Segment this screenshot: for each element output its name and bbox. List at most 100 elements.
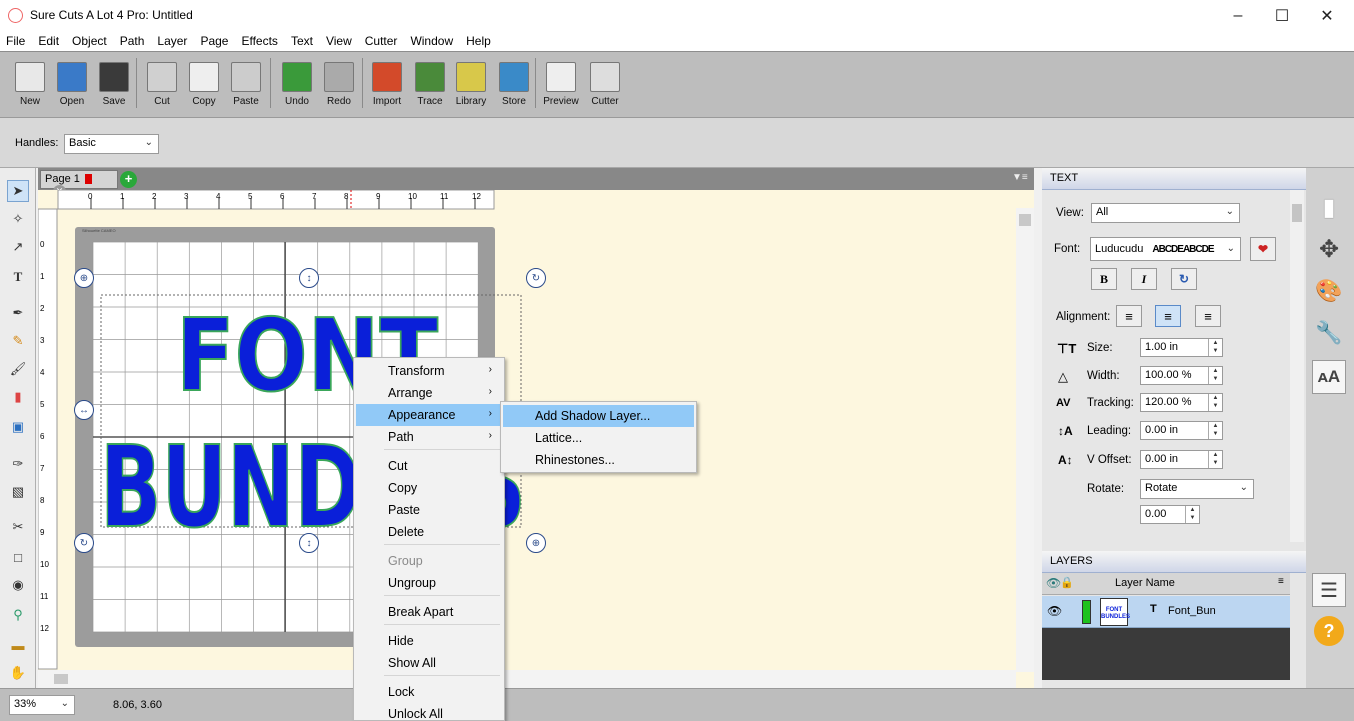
bounding-box-icon[interactable]: □ [7, 546, 29, 568]
context-item-path[interactable]: Path › [356, 426, 502, 448]
store-button[interactable]: Store [492, 60, 536, 116]
minimize-button[interactable]: – [1215, 0, 1261, 31]
pen-icon[interactable]: ✒ [7, 302, 29, 324]
context-item-ungroup[interactable]: Ungroup [356, 572, 502, 594]
horizontal-scrollbar[interactable] [38, 670, 1016, 688]
submenu-item-lattice[interactable]: Lattice... [503, 427, 694, 449]
menu-page[interactable]: Page [194, 34, 234, 48]
node-edit-icon[interactable]: ↗ [7, 236, 29, 258]
handles-select[interactable]: Basic ⌄ [64, 134, 159, 154]
rotate-select[interactable]: Rotate ⌄ [1140, 479, 1254, 499]
cut-button[interactable]: Cut [140, 60, 184, 116]
contour-icon[interactable]: ◉ [7, 574, 29, 596]
open-button[interactable]: Open [50, 60, 94, 116]
align-left-button[interactable]: ≡ [1116, 305, 1142, 327]
ruler-icon[interactable]: ▬ [7, 634, 29, 656]
trace-button[interactable]: Trace [408, 60, 452, 116]
tracking-field[interactable]: 120.00 % ▲ ▼ [1140, 393, 1223, 412]
paste-button[interactable]: Paste [224, 60, 268, 116]
favorite-font-button[interactable]: ❤ [1250, 237, 1276, 261]
handle-bottom-right[interactable]: ⊕ [526, 533, 546, 553]
undo-button[interactable]: Undo [275, 60, 319, 116]
context-item-break-apart[interactable]: Break Apart [356, 601, 502, 623]
align-right-button[interactable]: ≡ [1195, 305, 1221, 327]
preview-button[interactable]: Preview [539, 60, 583, 116]
view-select[interactable]: All ⌄ [1091, 203, 1240, 223]
context-item-lock[interactable]: Lock [356, 681, 502, 703]
zoom-select[interactable]: 33% ⌄ [9, 695, 75, 715]
menu-edit[interactable]: Edit [32, 34, 65, 48]
submenu-item-rhinestones[interactable]: Rhinestones... [503, 449, 694, 471]
library-button[interactable]: Library [449, 60, 493, 116]
text-tool-icon[interactable]: T [7, 266, 29, 288]
voffset-field[interactable]: 0.00 in ▲ ▼ [1140, 450, 1223, 469]
document-icon[interactable]: ▮ [1312, 190, 1346, 224]
layers-menu-icon[interactable]: ≡ [1278, 576, 1284, 587]
vertical-scrollbar[interactable] [1016, 208, 1034, 672]
context-item-show-all[interactable]: Show All [356, 652, 502, 674]
wrench-icon[interactable]: 🔧 [1312, 316, 1346, 350]
spinner-icon[interactable]: ▲ ▼ [1208, 339, 1222, 356]
context-item-arrange[interactable]: Arrange › [356, 382, 502, 404]
spinner-icon[interactable]: ▲ ▼ [1208, 451, 1222, 468]
hand-pan-icon[interactable]: ✋ [7, 662, 29, 684]
maximize-button[interactable]: ☐ [1259, 0, 1305, 31]
menu-cutter[interactable]: Cutter [359, 34, 404, 48]
rotate-handle-top-right[interactable]: ↻ [526, 268, 546, 288]
font-select[interactable]: Luducudu ABCDEABCDE ⌄ [1090, 237, 1241, 261]
menu-view[interactable]: View [320, 34, 358, 48]
menu-object[interactable]: Object [66, 34, 113, 48]
lasso-icon[interactable]: ✧ [7, 208, 29, 230]
add-page-icon[interactable]: + [120, 171, 137, 188]
context-item-paste[interactable]: Paste [356, 499, 502, 521]
menu-text[interactable]: Text [285, 34, 319, 48]
layer-row[interactable]: 👁 FONT BUNDLES T Font_Bun [1042, 596, 1290, 628]
import-button[interactable]: Import [365, 60, 409, 116]
move-icon[interactable]: ✥ [1312, 232, 1346, 266]
rectangle-icon[interactable]: ▣ [7, 416, 29, 438]
italic-button[interactable]: I [1131, 268, 1157, 290]
redo-button[interactable]: Redo [317, 60, 361, 116]
scroll-thumb[interactable] [1019, 214, 1031, 226]
menu-help[interactable]: Help [460, 34, 497, 48]
scroll-thumb-h[interactable] [54, 674, 68, 684]
rotate-handle-bottom-left[interactable]: ↻ [74, 533, 94, 553]
bold-button[interactable]: B [1091, 268, 1117, 290]
panel-scrollbar[interactable] [1290, 190, 1304, 542]
menu-layer[interactable]: Layer [151, 34, 193, 48]
save-button[interactable]: Save [92, 60, 136, 116]
handle-middle-left[interactable]: ↔ [74, 400, 94, 420]
brush-icon[interactable]: 🖌 [7, 358, 29, 380]
context-item-delete[interactable]: Delete [356, 521, 502, 543]
new-button[interactable]: New [8, 60, 52, 116]
help-icon[interactable]: ? [1314, 616, 1344, 646]
context-item-transform[interactable]: Transform › [356, 360, 502, 382]
spinner-icon[interactable]: ▲ ▼ [1208, 422, 1222, 439]
menu-path[interactable]: Path [114, 34, 151, 48]
submenu-item-add-shadow-layer[interactable]: Add Shadow Layer... [503, 405, 694, 427]
tab-page-1[interactable]: Page 1 ✕ [40, 170, 118, 198]
tab-menu-icon[interactable]: ▼≡ [1012, 172, 1028, 184]
eyedropper-icon[interactable]: ✑ [7, 453, 29, 475]
zoom-icon[interactable]: ⚲ [7, 604, 29, 626]
context-item-unlock-all[interactable]: Unlock All [356, 703, 502, 721]
scroll-thumb[interactable] [1292, 204, 1302, 222]
spinner-icon[interactable]: ▲ ▼ [1185, 506, 1199, 523]
layers-icon[interactable]: ☰ [1312, 573, 1346, 607]
layer-visibility-icon[interactable]: 👁 [1047, 604, 1062, 618]
handle-top-left[interactable]: ⊕ [74, 268, 94, 288]
size-field[interactable]: 1.00 in ▲ ▼ [1140, 338, 1223, 357]
knife-icon[interactable]: ✂ [7, 516, 29, 538]
spinner-icon[interactable]: ▲ ▼ [1208, 394, 1222, 411]
width-field[interactable]: 100.00 % ▲ ▼ [1140, 366, 1223, 385]
handle-top-center[interactable]: ↕ [299, 268, 319, 288]
align-center-button[interactable]: ≡ [1155, 305, 1181, 327]
menu-window[interactable]: Window [404, 34, 459, 48]
handle-bottom-center[interactable]: ↕ [299, 533, 319, 553]
text-size-icon[interactable]: ᴀA [1312, 360, 1346, 394]
context-item-hide[interactable]: Hide [356, 630, 502, 652]
cutter-button[interactable]: Cutter [583, 60, 627, 116]
context-item-copy[interactable]: Copy [356, 477, 502, 499]
context-item-group[interactable]: Group [356, 550, 502, 572]
rotate-angle-field[interactable]: 0.00 ▲ ▼ [1140, 505, 1200, 524]
